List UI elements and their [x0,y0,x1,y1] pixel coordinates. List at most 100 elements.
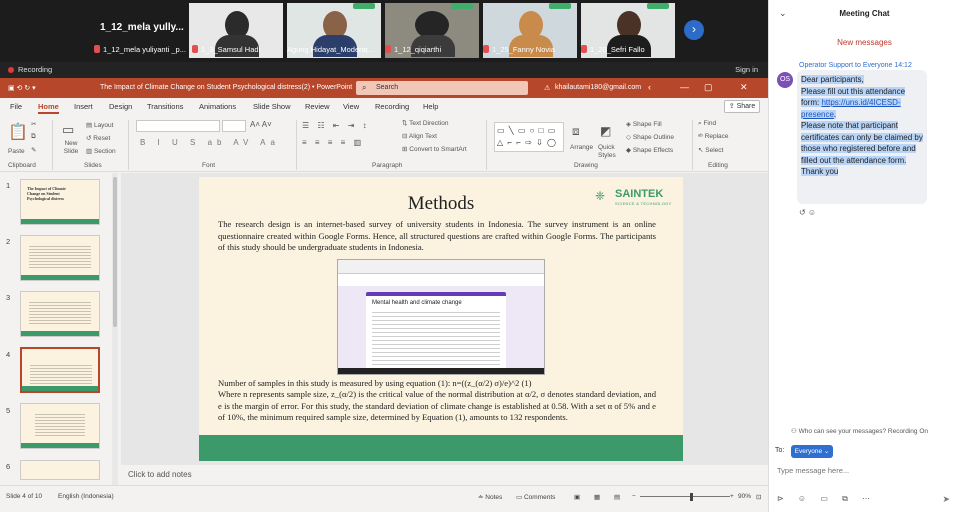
tab-home[interactable]: Home [38,102,59,114]
to-label: To: [775,447,785,454]
cut-icon[interactable]: ✂ [31,120,36,128]
copy-icon[interactable]: ⧉ [31,133,36,141]
font-size-box[interactable] [222,120,246,132]
font-grow-icon[interactable]: A˄ A˅ [250,120,272,129]
slide-thumbnail[interactable] [20,403,100,449]
tab-insert[interactable]: Insert [74,102,93,111]
methods-paragraph[interactable]: The research design is an internet-based… [218,219,656,254]
recording-label: Recording [18,65,53,74]
normal-view-icon[interactable]: ▣ [574,493,580,501]
tab-recording[interactable]: Recording [375,102,409,111]
paste-button[interactable]: Paste [8,148,25,155]
mic-muted-icon [192,45,198,53]
replace-button[interactable]: ᵃᵇ Replace [698,133,729,140]
thumb-number: 2 [6,237,11,246]
chat-message[interactable]: Dear participants, Please fill out this … [797,70,927,204]
signin-link[interactable]: Sign in [735,65,758,74]
shape-outline-button[interactable]: ◇ Shape Outline [626,133,674,141]
text-direction-button[interactable]: ⇅ Text Direction [402,119,449,127]
font-name-box[interactable] [136,120,220,132]
autosave-icon[interactable]: ▣ ⟲ ↻ ▾ [8,84,36,92]
close-icon[interactable]: ✕ [740,82,748,93]
meeting-chat-panel: Meeting Chat ⌄ New messages Operator Sup… [768,0,960,512]
notes-button[interactable]: ≐ Notes [478,493,502,501]
next-participants-button[interactable]: › [684,20,704,40]
participant-name: 1_25_Fanny Novia [483,45,577,57]
convert-smartart-button[interactable]: ⊞ Convert to SmartArt [402,145,467,153]
slide-thumbnails-pane: 1 The Impact of Climate Change on Studen… [0,173,120,485]
tab-slide-show[interactable]: Slide Show [253,102,291,111]
select-button[interactable]: ↖ Select [698,146,723,154]
thumbnails-scrollbar[interactable] [112,173,118,485]
tab-view[interactable]: View [343,102,359,111]
group-slides: Slides [84,162,102,169]
explanation-paragraph[interactable]: Where n represents sample size, z_(α/2) … [218,389,656,424]
group-font: Font [202,162,216,169]
document-title: The Impact of Climate Change on Student … [100,84,353,91]
find-button[interactable]: ⌕ Find [698,120,716,128]
zoom-slider[interactable] [640,496,730,497]
shape-effects-button[interactable]: ◆ Shape Effects [626,146,673,154]
slide[interactable]: Methods ❈ SAINTEK SCIENCE & TECHNOLOGY T… [199,177,683,461]
font-format-icons[interactable]: B I U S ab AV Aa [140,138,280,147]
zoom-slider-thumb[interactable] [690,493,693,501]
list-icons[interactable]: ☰ ☷ ⇤ ⇥ ↕ [302,121,370,130]
layout-button[interactable]: ▤ Layout [86,121,113,129]
recipient-dropdown[interactable]: Everyone ⌄ [791,445,833,458]
section-button[interactable]: ▥ Section [86,147,116,155]
tab-animations[interactable]: Animations [199,102,236,111]
thumb-number: 5 [6,406,11,415]
align-icons[interactable]: ≡ ≡ ≡ ≡ ▥ [302,138,364,147]
quick-styles-icon[interactable]: ◩ [600,124,611,138]
shapes-gallery[interactable]: ▭ ╲ ▭ ○ □ ▭ △ ⌐ ⌐ ⇨ ⇩ ◯ [494,122,564,152]
comments-button[interactable]: ▭ Comments [516,493,555,501]
slide-count: Slide 4 of 10 [6,493,43,500]
status-bar: Slide 4 of 10 English (Indonesia) ≐ Note… [0,485,768,512]
align-text-button[interactable]: ⊟ Align Text [402,132,437,140]
slide-thumbnail[interactable] [20,235,100,281]
visibility-info[interactable]: ⚇ Who can see your messages? Recording O… [791,427,928,435]
shape-fill-button[interactable]: ◈ Shape Fill [626,120,662,128]
slide-sorter-icon[interactable]: ▦ [594,493,600,501]
chevron-down-icon[interactable]: ⌄ [779,8,787,19]
notes-area[interactable]: Click to add notes [121,465,768,485]
share-button[interactable]: ⇪ Share [724,100,760,113]
fit-slide-icon[interactable]: ⊡ [756,493,761,501]
minimize-icon[interactable]: — [680,82,689,92]
slide-thumbnail-selected[interactable] [20,347,100,393]
back-icon[interactable]: ‹ [648,82,651,92]
reading-view-icon[interactable]: ▤ [614,493,620,501]
tab-file[interactable]: File [10,102,22,111]
leaf-icon: ❈ [595,189,606,203]
react-icon[interactable]: ↺ ☺ [799,208,816,217]
google-form-screenshot[interactable]: Mental health and climate change [337,259,545,375]
quick-styles-button[interactable]: Quick Styles [598,144,622,160]
arrange-button[interactable]: Arrange [570,144,593,151]
chat-tool-icons[interactable]: ⊳ ☺ ▭ ⧉ ⋯ [777,494,876,504]
account-email[interactable]: khailautami180@gmail.com [555,84,641,91]
message-input[interactable] [777,464,951,476]
zoom-level[interactable]: 90% [738,493,751,500]
thumb-title: The Impact of Climate Change on Student … [27,186,66,201]
zoom-in-icon[interactable]: + [730,493,734,500]
new-slide-icon[interactable]: ▭ [62,122,74,138]
slide-thumbnail[interactable] [20,291,100,337]
equation-paragraph[interactable]: Number of samples in this study is measu… [218,378,656,390]
tab-design[interactable]: Design [109,102,132,111]
paste-icon[interactable]: 📋 [8,122,28,142]
search-box[interactable]: ⌕ Search [356,81,528,95]
tab-help[interactable]: Help [423,102,438,111]
format-painter-icon[interactable]: ✎ [31,146,36,154]
arrange-icon[interactable]: ⧈ [572,124,580,139]
restore-icon[interactable]: ▢ [704,82,713,93]
tab-transitions[interactable]: Transitions [147,102,183,111]
reset-button[interactable]: ↺ Reset [86,134,110,142]
new-slide-button[interactable]: New Slide [58,140,84,156]
slide-thumbnail[interactable] [20,460,100,480]
language-indicator[interactable]: English (Indonesia) [58,493,114,500]
send-icon[interactable]: ➤ [942,494,950,505]
slide-thumbnail[interactable]: The Impact of Climate Change on Student … [20,179,100,225]
tab-review[interactable]: Review [305,102,330,111]
zoom-out-icon[interactable]: − [632,493,636,500]
chat-title: Meeting Chat [839,9,890,18]
